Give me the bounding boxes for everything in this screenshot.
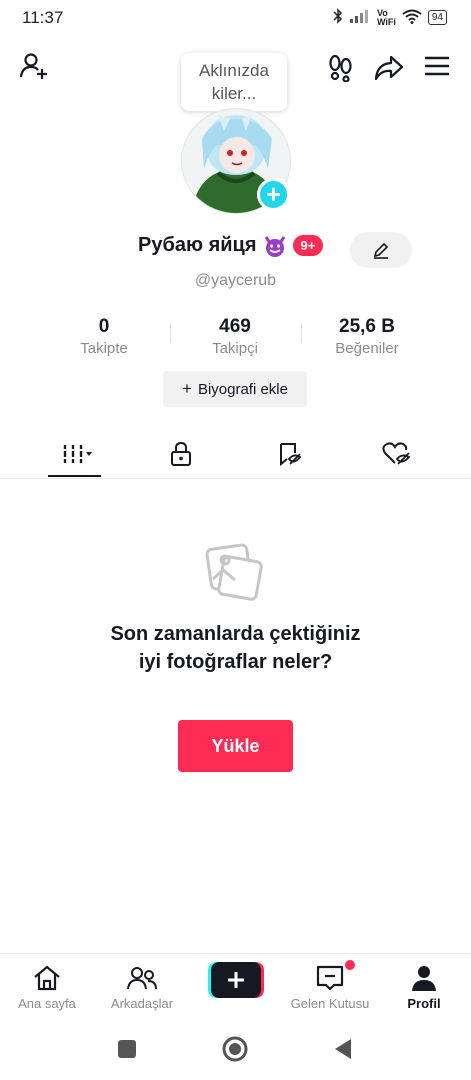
stat-likes[interactable]: 25,6 B Beğeniler	[307, 316, 427, 357]
home-system-icon[interactable]	[222, 1036, 248, 1067]
create-icon	[208, 962, 264, 998]
add-friend-button[interactable]	[16, 48, 52, 84]
liked-icon	[382, 442, 411, 465]
nav-inbox[interactable]: Gelen Kutusu	[283, 962, 377, 1011]
stat-value: 25,6 B	[339, 316, 395, 337]
stat-divider	[170, 323, 171, 343]
nav-home[interactable]: Ana sayfa	[0, 962, 94, 1011]
create-button[interactable]	[208, 962, 264, 998]
inbox-icon	[316, 965, 344, 991]
plus-icon: +	[182, 379, 192, 398]
stat-divider	[301, 323, 302, 343]
photos-icon	[205, 543, 265, 603]
recent-apps-icon[interactable]	[118, 1040, 136, 1058]
network-type: Vo WiFi	[376, 7, 396, 27]
share-button[interactable]	[371, 50, 407, 86]
display-name-row: Рубаю яйця 9+	[138, 234, 324, 257]
stat-value: 469	[219, 316, 251, 337]
stat-label: Beğeniler	[335, 340, 399, 357]
stat-label: Takipçi	[212, 340, 258, 357]
nav-inbox-label: Gelen Kutusu	[290, 996, 370, 1011]
home-icon	[34, 965, 60, 991]
wifi-icon	[402, 9, 422, 27]
share-icon	[374, 55, 404, 81]
tab-videos[interactable]	[45, 434, 105, 474]
stat-following[interactable]: 0 Takipte	[44, 316, 164, 357]
nav-profile[interactable]: Profil	[377, 962, 471, 1011]
status-icons: Vo WiFi 94	[333, 8, 447, 27]
nav-friends-label: Arkadaşlar	[110, 996, 174, 1011]
notification-badge[interactable]: 9+	[292, 235, 324, 256]
status-time: 11:37	[22, 8, 64, 27]
menu-button[interactable]	[419, 48, 455, 84]
stat-value: 0	[98, 316, 110, 337]
thought-bubble[interactable]: Aklınızda kiler...	[181, 53, 287, 111]
back-icon[interactable]	[333, 1038, 353, 1065]
nav-home-label: Ana sayfa	[18, 996, 76, 1011]
hamburger-menu-icon	[425, 56, 449, 76]
username: @yaycerub	[194, 272, 277, 289]
tab-reposts[interactable]	[260, 434, 320, 474]
active-tab-indicator	[48, 475, 101, 477]
repost-icon	[280, 443, 302, 467]
add-bio-label: Biyografi ekle	[197, 380, 288, 398]
footprints-button[interactable]	[322, 50, 358, 86]
lock-icon	[171, 441, 191, 466]
footprints-icon	[329, 54, 352, 82]
pencil-icon	[373, 242, 389, 259]
add-avatar-button[interactable]: +	[257, 178, 290, 211]
edit-profile-button[interactable]	[350, 232, 412, 268]
nav-profile-label: Profil	[407, 996, 441, 1011]
nav-friends[interactable]: Arkadaşlar	[95, 962, 189, 1011]
battery-indicator: 94	[427, 10, 447, 25]
tab-liked[interactable]	[367, 434, 427, 474]
system-nav-bar	[0, 1020, 471, 1080]
stat-followers[interactable]: 469 Takipçi	[175, 316, 295, 357]
inbox-notification-dot	[345, 960, 355, 970]
tab-private[interactable]	[151, 434, 211, 474]
empty-state-text: Son zamanlarda çektiğiniz iyi fotoğrafla…	[110, 623, 361, 673]
display-name: Рубаю яйця	[138, 234, 257, 256]
empty-state-message: Son zamanlarda çektiğiniz iyi fotoğrafla…	[0, 620, 471, 676]
signal-icon	[349, 9, 371, 26]
add-user-icon	[19, 53, 47, 79]
friends-icon	[127, 967, 157, 990]
bluetooth-icon	[333, 8, 343, 27]
tabs-divider	[0, 478, 471, 479]
videos-grid-icon	[61, 445, 92, 463]
upload-button[interactable]: Yükle	[178, 720, 293, 772]
devil-emoji-icon	[264, 235, 285, 257]
add-bio-button[interactable]: + Biyografi ekle	[163, 371, 307, 407]
stat-label: Takipte	[80, 340, 128, 357]
profile-icon	[412, 966, 436, 991]
